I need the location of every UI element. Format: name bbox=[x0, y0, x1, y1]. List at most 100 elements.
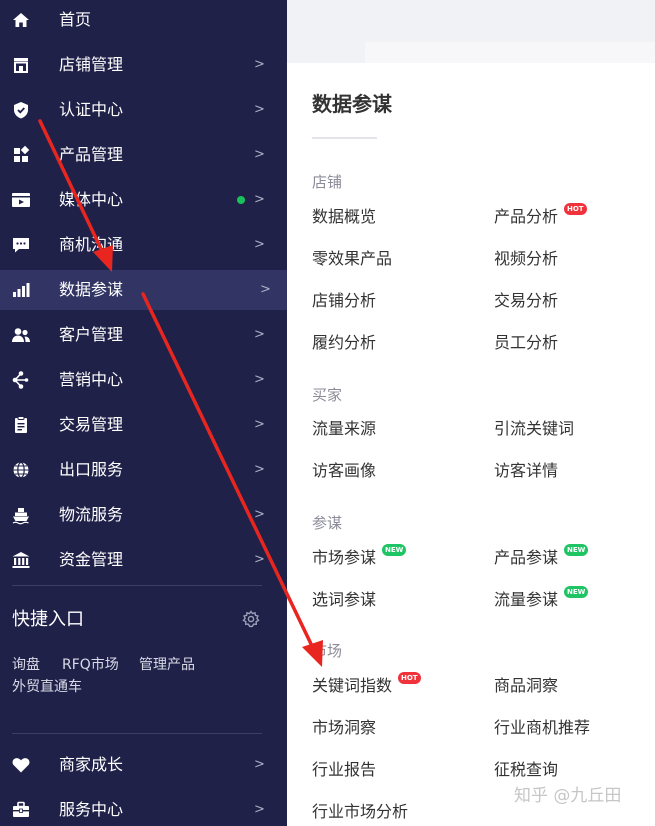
sidebar-item-label: 店铺管理 bbox=[59, 55, 124, 74]
menu-link-visitor-profile[interactable]: 访客画像 bbox=[312, 460, 376, 482]
gear-icon[interactable] bbox=[241, 609, 261, 629]
ship-icon bbox=[12, 508, 29, 525]
bank-icon bbox=[12, 552, 30, 568]
chevron-right-icon: > bbox=[254, 507, 265, 522]
chat-icon bbox=[13, 238, 29, 253]
sidebar-item-label: 认证中心 bbox=[59, 100, 124, 119]
chevron-right-icon: > bbox=[254, 327, 265, 342]
menu-link-keyword-index[interactable]: 关键词指数 bbox=[312, 675, 392, 697]
watermark-text: 知乎 @九丘田 bbox=[514, 786, 622, 806]
sidebar-item-export-services[interactable]: 出口服务 > bbox=[0, 450, 287, 490]
sidebar-item-data-advisor[interactable]: 数据参谋 > bbox=[0, 270, 287, 310]
data-advisor-flyout bbox=[287, 63, 655, 826]
menu-link-store-analysis[interactable]: 店铺分析 bbox=[312, 290, 376, 312]
section-heading-advisor: 参谋 bbox=[312, 514, 343, 532]
menu-link-product-insights[interactable]: 商品洞察 bbox=[494, 675, 558, 697]
flyout-title: 数据参谋 bbox=[312, 92, 392, 116]
section-heading-market: 市场 bbox=[312, 642, 343, 660]
menu-link-traffic-advisor[interactable]: 流量参谋 bbox=[494, 589, 558, 611]
chevron-right-icon: > bbox=[254, 417, 265, 432]
quick-link-manage-products[interactable]: 管理产品 bbox=[139, 655, 195, 675]
hot-badge: HOT bbox=[564, 203, 587, 215]
sidebar-item-label: 商家成长 bbox=[59, 755, 124, 774]
sidebar-item-products[interactable]: 产品管理 > bbox=[0, 135, 287, 175]
sidebar-item-label: 首页 bbox=[59, 10, 92, 29]
notification-dot bbox=[237, 196, 245, 204]
chevron-right-icon: > bbox=[260, 282, 271, 297]
new-badge: NEW bbox=[564, 544, 589, 556]
chevron-right-icon: > bbox=[254, 462, 265, 477]
sidebar-item-label: 营销中心 bbox=[59, 370, 124, 389]
heart-icon bbox=[12, 758, 30, 773]
chevron-right-icon: > bbox=[254, 192, 265, 207]
sidebar-item-label: 服务中心 bbox=[59, 800, 124, 819]
chevron-right-icon: > bbox=[254, 57, 265, 72]
menu-link-traffic-sources[interactable]: 流量来源 bbox=[312, 418, 376, 440]
home-icon bbox=[13, 13, 29, 27]
sidebar-item-store[interactable]: 店铺管理 > bbox=[0, 45, 287, 85]
quick-link-inquiry[interactable]: 询盘 bbox=[12, 655, 40, 675]
menu-link-data-overview[interactable]: 数据概览 bbox=[312, 206, 376, 228]
menu-link-zero-effect-products[interactable]: 零效果产品 bbox=[312, 248, 392, 270]
shield-icon bbox=[14, 102, 28, 119]
sidebar-divider bbox=[12, 585, 262, 586]
sidebar-item-finance[interactable]: 资金管理 > bbox=[0, 540, 287, 580]
chevron-right-icon: > bbox=[254, 372, 265, 387]
bar-chart-icon bbox=[13, 283, 30, 297]
product-icon bbox=[14, 145, 30, 162]
quick-link-trade-express[interactable]: 外贸直通车 bbox=[12, 677, 82, 697]
sidebar-item-transactions[interactable]: 交易管理 > bbox=[0, 405, 287, 445]
menu-link-industry-reports[interactable]: 行业报告 bbox=[312, 759, 376, 781]
sidebar-item-service-center[interactable]: 服务中心 > bbox=[0, 790, 287, 826]
menu-link-traffic-keywords[interactable]: 引流关键词 bbox=[494, 418, 574, 440]
menu-link-staff-analysis[interactable]: 员工分析 bbox=[494, 332, 558, 354]
sidebar-item-label: 产品管理 bbox=[59, 145, 124, 164]
sidebar-item-label: 商机沟通 bbox=[59, 235, 124, 254]
marketing-icon bbox=[12, 371, 29, 389]
sidebar-item-label: 数据参谋 bbox=[59, 280, 124, 299]
menu-link-market-insights[interactable]: 市场洞察 bbox=[312, 717, 376, 739]
briefcase-icon bbox=[13, 801, 29, 817]
hot-badge: HOT bbox=[398, 672, 421, 684]
chevron-right-icon: > bbox=[254, 147, 265, 162]
sidebar-item-business-chat[interactable]: 商机沟通 > bbox=[0, 225, 287, 265]
menu-link-fulfillment-analysis[interactable]: 履约分析 bbox=[312, 332, 376, 354]
chevron-right-icon: > bbox=[254, 102, 265, 117]
sidebar-item-logistics[interactable]: 物流服务 > bbox=[0, 495, 287, 535]
section-heading-store: 店铺 bbox=[312, 173, 343, 191]
menu-link-product-advisor[interactable]: 产品参谋 bbox=[494, 547, 558, 569]
section-heading-buyers: 买家 bbox=[312, 386, 343, 404]
menu-link-video-analysis[interactable]: 视频分析 bbox=[494, 248, 558, 270]
sidebar-item-marketing[interactable]: 营销中心 > bbox=[0, 360, 287, 400]
sidebar-divider bbox=[12, 733, 262, 734]
menu-link-product-analysis[interactable]: 产品分析 bbox=[494, 206, 558, 228]
menu-link-market-advisor[interactable]: 市场参谋 bbox=[312, 547, 376, 569]
sidebar-item-label: 物流服务 bbox=[59, 505, 124, 524]
sidebar-item-label: 客户管理 bbox=[59, 325, 124, 344]
customers-icon bbox=[12, 328, 30, 342]
chevron-right-icon: > bbox=[254, 237, 265, 252]
new-badge: NEW bbox=[564, 586, 589, 598]
sidebar-item-merchant-growth[interactable]: 商家成长 > bbox=[0, 745, 287, 785]
sidebar-item-label: 出口服务 bbox=[59, 460, 124, 479]
menu-link-industry-opportunities[interactable]: 行业商机推荐 bbox=[494, 717, 590, 739]
sidebar-item-media[interactable]: 媒体中心 > bbox=[0, 180, 287, 220]
sidebar-item-certification[interactable]: 认证中心 > bbox=[0, 90, 287, 130]
menu-link-keyword-advisor[interactable]: 选词参谋 bbox=[312, 589, 376, 611]
sidebar-item-label: 资金管理 bbox=[59, 550, 124, 569]
sidebar-item-home[interactable]: 首页 bbox=[0, 0, 287, 40]
panel-top-bar-strip bbox=[365, 42, 655, 63]
menu-link-visitor-details[interactable]: 访客详情 bbox=[494, 460, 558, 482]
quick-link-rfq-market[interactable]: RFQ市场 bbox=[62, 655, 119, 675]
menu-link-transaction-analysis[interactable]: 交易分析 bbox=[494, 290, 558, 312]
quick-entry-title: 快捷入口 bbox=[12, 609, 84, 630]
menu-link-tax-lookup[interactable]: 征税查询 bbox=[494, 759, 558, 781]
sidebar-item-label: 交易管理 bbox=[59, 415, 124, 434]
media-icon bbox=[12, 193, 30, 207]
menu-link-industry-market-analysis[interactable]: 行业市场分析 bbox=[312, 801, 408, 823]
store-icon bbox=[14, 58, 28, 73]
sidebar-item-customers[interactable]: 客户管理 > bbox=[0, 315, 287, 355]
flyout-title-underline bbox=[312, 137, 377, 139]
new-badge: NEW bbox=[382, 544, 407, 556]
sidebar: 首页 店铺管理 > 认证中心 > 产品管理 > 媒体中心 > 商机沟通 > 数据… bbox=[0, 0, 287, 826]
